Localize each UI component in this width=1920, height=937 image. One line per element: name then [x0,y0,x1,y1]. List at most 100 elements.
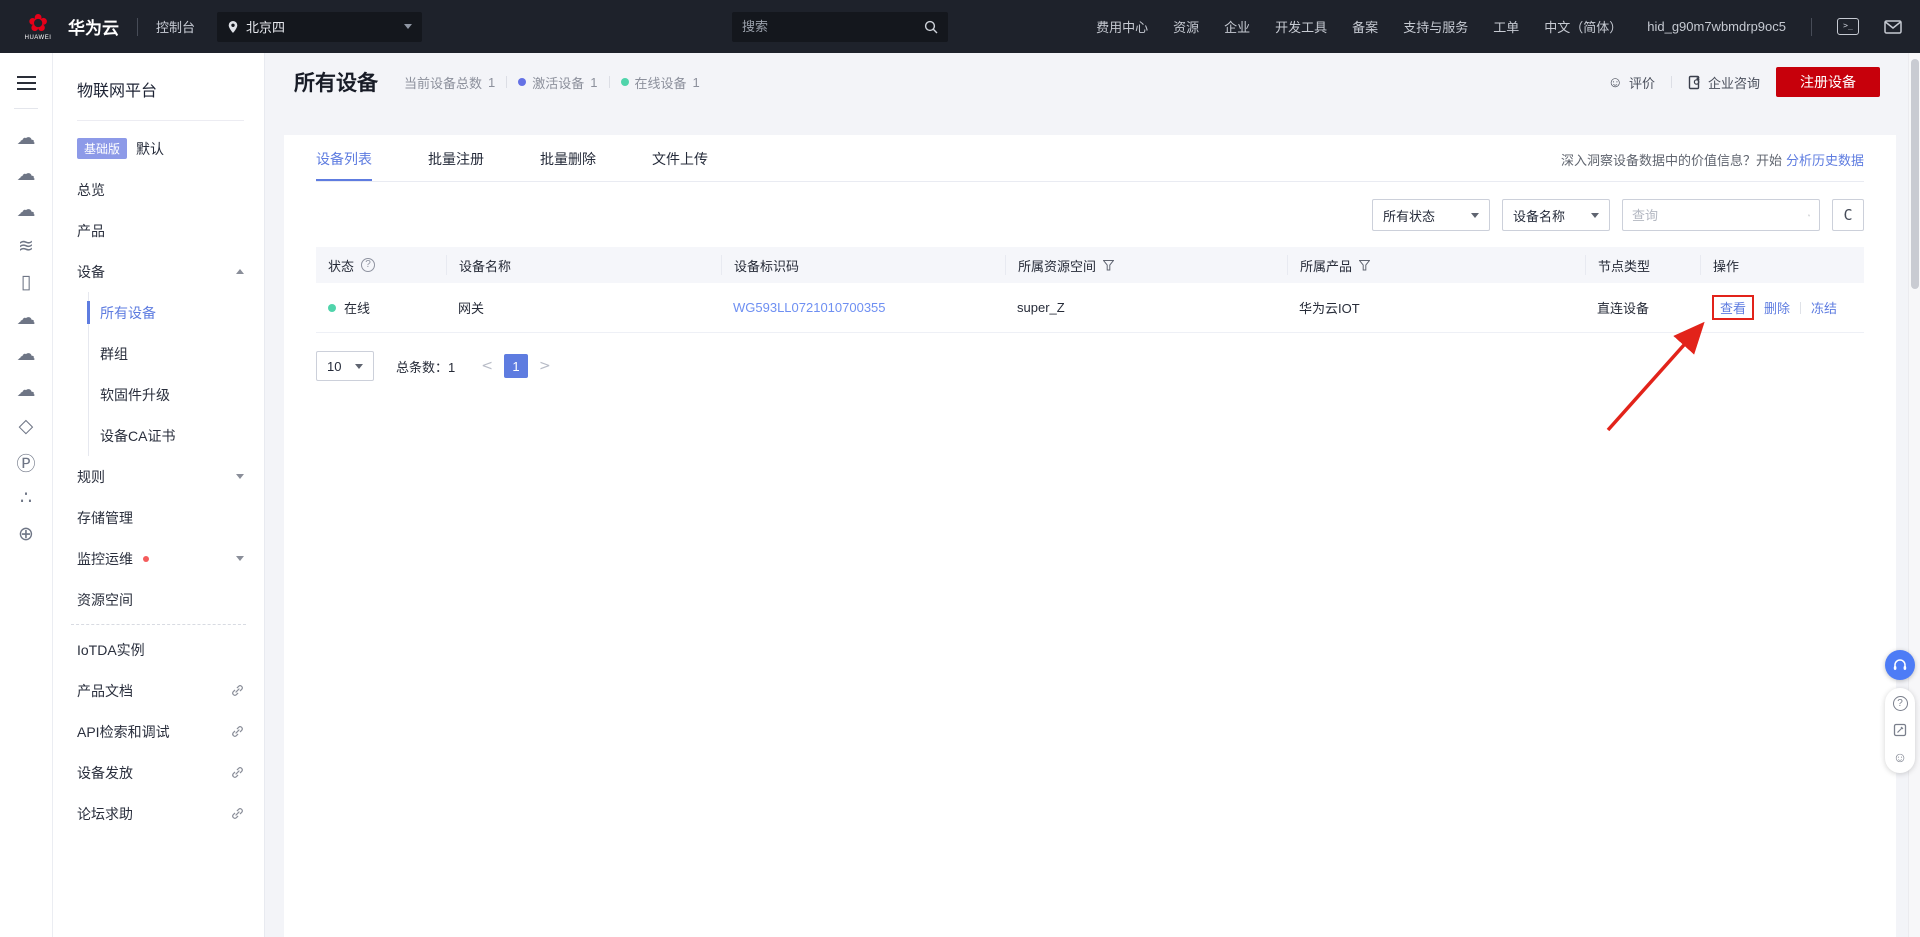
menu-enterprise[interactable]: 企业 [1224,17,1250,36]
cloud-icon[interactable]: ☁ [16,301,35,337]
huawei-logo[interactable]: ✿ HUAWEI [18,11,58,41]
device-list-card: 设备列表 批量注册 批量删除 文件上传 深入洞察设备数据中的价值信息？开始 分析历… [284,135,1896,937]
menu-icp[interactable]: 备案 [1352,17,1378,36]
stat-online-label: 在线设备 [634,75,687,91]
cloud-sync-icon[interactable]: ☁ [16,373,35,409]
external-link-icon [232,767,243,778]
sidebar-item-rules[interactable]: 规则 [53,456,264,497]
chevron-down-icon [355,363,363,369]
prism-icon[interactable]: ◇ [19,409,34,445]
status-filter-dropdown[interactable]: 所有状态 [1372,199,1490,231]
sidebar-divider [77,120,244,121]
refresh-button[interactable]: C [1832,199,1864,231]
cloud-server-icon[interactable]: ☁ [16,121,35,157]
enterprise-consult-button[interactable]: 企业咨询 [1688,73,1760,92]
globe-icon[interactable]: ⊕ [18,517,34,553]
ip-address-icon[interactable]: Ⓟ [16,445,35,481]
global-search-input[interactable] [742,19,925,34]
view-action-link[interactable]: 查看 [1720,298,1746,317]
sidebar-item-groups[interactable]: 群组 [89,333,264,374]
view-highlight-box: 查看 [1712,295,1755,320]
menu-ticket[interactable]: 工单 [1493,17,1519,36]
sidebar-item-device-ca[interactable]: 设备CA证书 [89,415,264,456]
message-icon[interactable] [1884,19,1902,34]
notification-dot [143,555,149,562]
search-icon[interactable] [1808,208,1810,223]
cloud-api-icon[interactable]: ☁ [16,157,35,193]
col-actions: 操作 [1713,258,1740,274]
sidebar-item-product-docs[interactable]: 产品文档 [53,670,264,711]
sidebar-item-forum-help[interactable]: 论坛求助 [53,793,264,834]
sidebar-item-devices[interactable]: 设备 [53,251,264,292]
sidebar-item-storage[interactable]: 存储管理 [53,497,264,538]
hamburger-menu-icon[interactable] [16,72,36,94]
table-header-row: 状态 ? 设备名称 设备标识码 所属资源空间 所属产品 节点类型 操作 [316,247,1864,283]
device-id-link[interactable]: WG593LL0721010700355 [733,300,886,315]
sidebar-item-device-provisioning[interactable]: 设备发放 [53,752,264,793]
freeze-action-link[interactable]: 冻结 [1811,298,1837,317]
filter-funnel-icon[interactable] [1103,259,1115,271]
chevron-down-icon [1591,212,1599,218]
tab-file-upload[interactable]: 文件上传 [652,149,708,181]
stat-total-value: 1 [488,74,496,90]
page-size-dropdown[interactable]: 10 [316,351,374,381]
total-value: 1 [448,359,456,375]
menu-resources[interactable]: 资源 [1173,17,1199,36]
current-page-button[interactable]: 1 [503,354,528,378]
search-field-dropdown[interactable]: 设备名称 [1502,199,1610,231]
satisfaction-button[interactable]: ☺ [1893,749,1907,765]
mobile-device-icon[interactable]: ▯ [21,265,31,301]
filter-funnel-icon[interactable] [1359,259,1371,271]
tab-batch-register[interactable]: 批量注册 [428,149,484,181]
sidebar-item-overview[interactable]: 总览 [53,169,264,210]
delete-action-link[interactable]: 删除 [1764,298,1790,317]
help-button[interactable]: ? [1892,696,1908,711]
menu-devtools[interactable]: 开发工具 [1275,17,1327,36]
vertical-scrollbar[interactable] [1908,53,1920,937]
scrollbar-thumb[interactable] [1911,59,1919,289]
sidebar-item-products[interactable]: 产品 [53,210,264,251]
account-id[interactable]: hid_g90m7wbmdrp9oc5 [1647,19,1786,34]
iot-sidebar: 物联网平台 基础版 默认 总览 产品 设备 所有设备 群组 软固件升级 设备CA… [53,53,265,937]
global-search-box[interactable] [732,11,949,42]
customer-service-button[interactable] [1885,650,1915,680]
col-status: 状态 [328,258,355,274]
expand-arrow-icon [236,556,244,561]
node-cluster-icon[interactable]: ∴ [20,481,32,517]
sidebar-item-firmware-upgrade[interactable]: 软固件升级 [89,374,264,415]
action-divider [1800,301,1802,314]
region-label: 北京四 [246,20,286,35]
sidebar-item-all-devices[interactable]: 所有设备 [87,292,264,333]
location-pin-icon [228,20,238,33]
tab-batch-delete[interactable]: 批量删除 [540,149,596,181]
cloud-upload-icon[interactable]: ☁ [16,337,35,373]
prev-page-button[interactable]: < [481,358,493,374]
menu-support[interactable]: 支持与服务 [1403,17,1468,36]
brand-title[interactable]: 华为云 [68,14,119,39]
region-selector[interactable]: 北京四 [217,11,423,42]
analyze-history-link[interactable]: 分析历史数据 [1786,153,1864,168]
tab-device-list[interactable]: 设备列表 [316,149,372,181]
help-icon[interactable]: ? [361,258,376,272]
register-device-button[interactable]: 注册设备 [1776,67,1880,97]
menu-language[interactable]: 中文（简体） [1544,17,1622,36]
feedback-doc-button[interactable] [1893,723,1907,737]
tab-bar: 设备列表 批量注册 批量删除 文件上传 深入洞察设备数据中的价值信息？开始 分析历… [316,135,1864,182]
signal-wave-icon[interactable]: ≋ [18,229,34,265]
cell-status: 在线 [344,301,371,316]
query-search-box[interactable] [1622,199,1820,231]
cloud-shell-icon[interactable]: >_ [1837,18,1859,35]
cloud-data-icon[interactable]: ☁ [16,193,35,229]
rail-divider [14,107,38,109]
sidebar-item-iotda-instance[interactable]: IoTDA实例 [53,629,264,670]
menu-billing[interactable]: 费用中心 [1096,17,1148,36]
sidebar-item-monitoring[interactable]: 监控运维 [53,538,264,579]
filter-bar: 所有状态 设备名称 C [316,199,1864,231]
feedback-button[interactable]: ☺ 评价 [1608,73,1655,92]
search-icon[interactable] [924,20,938,34]
sidebar-item-api-explorer[interactable]: API检索和调试 [53,711,264,752]
sidebar-item-resource-space[interactable]: 资源空间 [53,579,264,620]
query-input[interactable] [1632,207,1808,223]
next-page-button[interactable]: > [539,358,551,374]
console-link[interactable]: 控制台 [156,17,195,36]
